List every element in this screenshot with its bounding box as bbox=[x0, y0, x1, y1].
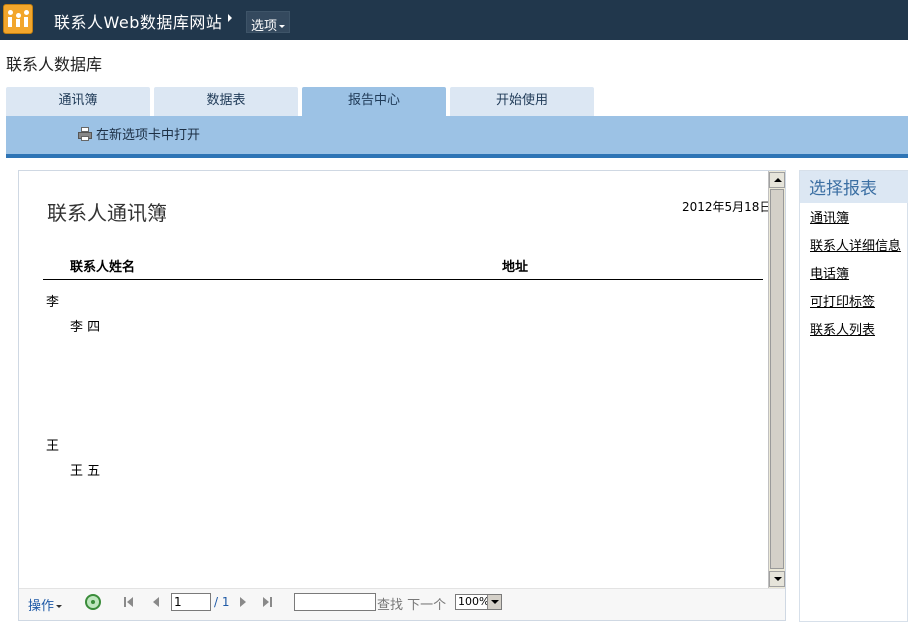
printer-icon bbox=[77, 127, 93, 141]
breadcrumb-arrow-icon bbox=[228, 14, 232, 22]
page-title: 联系人数据库 bbox=[6, 55, 103, 74]
actions-menu[interactable]: 操作 bbox=[28, 595, 63, 614]
last-page-icon[interactable] bbox=[263, 597, 269, 607]
scroll-thumb[interactable] bbox=[770, 189, 784, 569]
dropdown-arrow-icon[interactable] bbox=[487, 595, 501, 609]
zoom-select[interactable]: 100% bbox=[455, 594, 502, 610]
tab-report-center[interactable]: 报告中心 bbox=[302, 87, 446, 116]
page-number-input[interactable]: 1 bbox=[171, 593, 211, 611]
column-header-address: 地址 bbox=[502, 260, 529, 275]
zoom-value: 100% bbox=[458, 595, 490, 608]
first-page-icon[interactable] bbox=[127, 597, 133, 607]
report-title: 联系人通讯簿 bbox=[47, 201, 167, 225]
open-in-new-tab-label: 在新选项卡中打开 bbox=[96, 128, 201, 143]
contact-entry: 李 四 bbox=[70, 320, 101, 335]
panel-title: 选择报表 bbox=[809, 179, 877, 199]
report-link-address-book[interactable]: 通讯簿 bbox=[810, 207, 849, 226]
open-in-new-tab-button[interactable]: 在新选项卡中打开 bbox=[77, 124, 200, 143]
group-letter: 李 bbox=[46, 295, 60, 310]
ribbon-divider bbox=[6, 154, 908, 158]
group-letter: 王 bbox=[46, 439, 60, 454]
report-link-contact-list[interactable]: 联系人列表 bbox=[810, 319, 875, 338]
previous-page-icon[interactable] bbox=[153, 597, 159, 607]
find-input[interactable] bbox=[294, 593, 376, 611]
tab-getting-started[interactable]: 开始使用 bbox=[450, 87, 594, 116]
arrow-up-icon bbox=[774, 178, 782, 182]
vertical-scrollbar[interactable] bbox=[768, 171, 785, 588]
actions-label: 操作 bbox=[28, 599, 55, 614]
report-viewer bbox=[18, 170, 786, 621]
last-page-bar bbox=[270, 597, 272, 607]
tab-datasheets[interactable]: 数据表 bbox=[154, 87, 298, 116]
site-logo-icon[interactable] bbox=[3, 4, 33, 34]
next-page-icon[interactable] bbox=[240, 597, 246, 607]
report-date: 2012年5月18日 bbox=[682, 200, 772, 214]
page-total: / 1 bbox=[214, 595, 230, 609]
tab-address-book[interactable]: 通讯簿 bbox=[6, 87, 150, 116]
column-header-name: 联系人姓名 bbox=[70, 260, 136, 275]
options-menu[interactable]: 选项 bbox=[246, 11, 291, 34]
first-page-bar bbox=[124, 597, 126, 607]
scroll-down-button[interactable] bbox=[769, 571, 785, 587]
arrow-down-icon bbox=[774, 577, 782, 581]
refresh-icon[interactable] bbox=[85, 594, 101, 610]
scroll-up-button[interactable] bbox=[769, 172, 785, 188]
report-link-phone-book[interactable]: 电话簿 bbox=[810, 263, 849, 282]
report-link-contact-details[interactable]: 联系人详细信息 bbox=[810, 235, 901, 254]
header-rule bbox=[43, 279, 763, 280]
site-title[interactable]: 联系人Web数据库网站 bbox=[54, 9, 222, 33]
find-next-button[interactable]: 查找 下一个 bbox=[377, 594, 446, 613]
options-label: 选项 bbox=[251, 19, 278, 34]
contact-entry: 王 五 bbox=[70, 464, 101, 479]
report-link-printable-labels[interactable]: 可打印标签 bbox=[810, 291, 875, 310]
chevron-down-icon bbox=[279, 25, 286, 28]
chevron-down-icon bbox=[56, 605, 63, 608]
